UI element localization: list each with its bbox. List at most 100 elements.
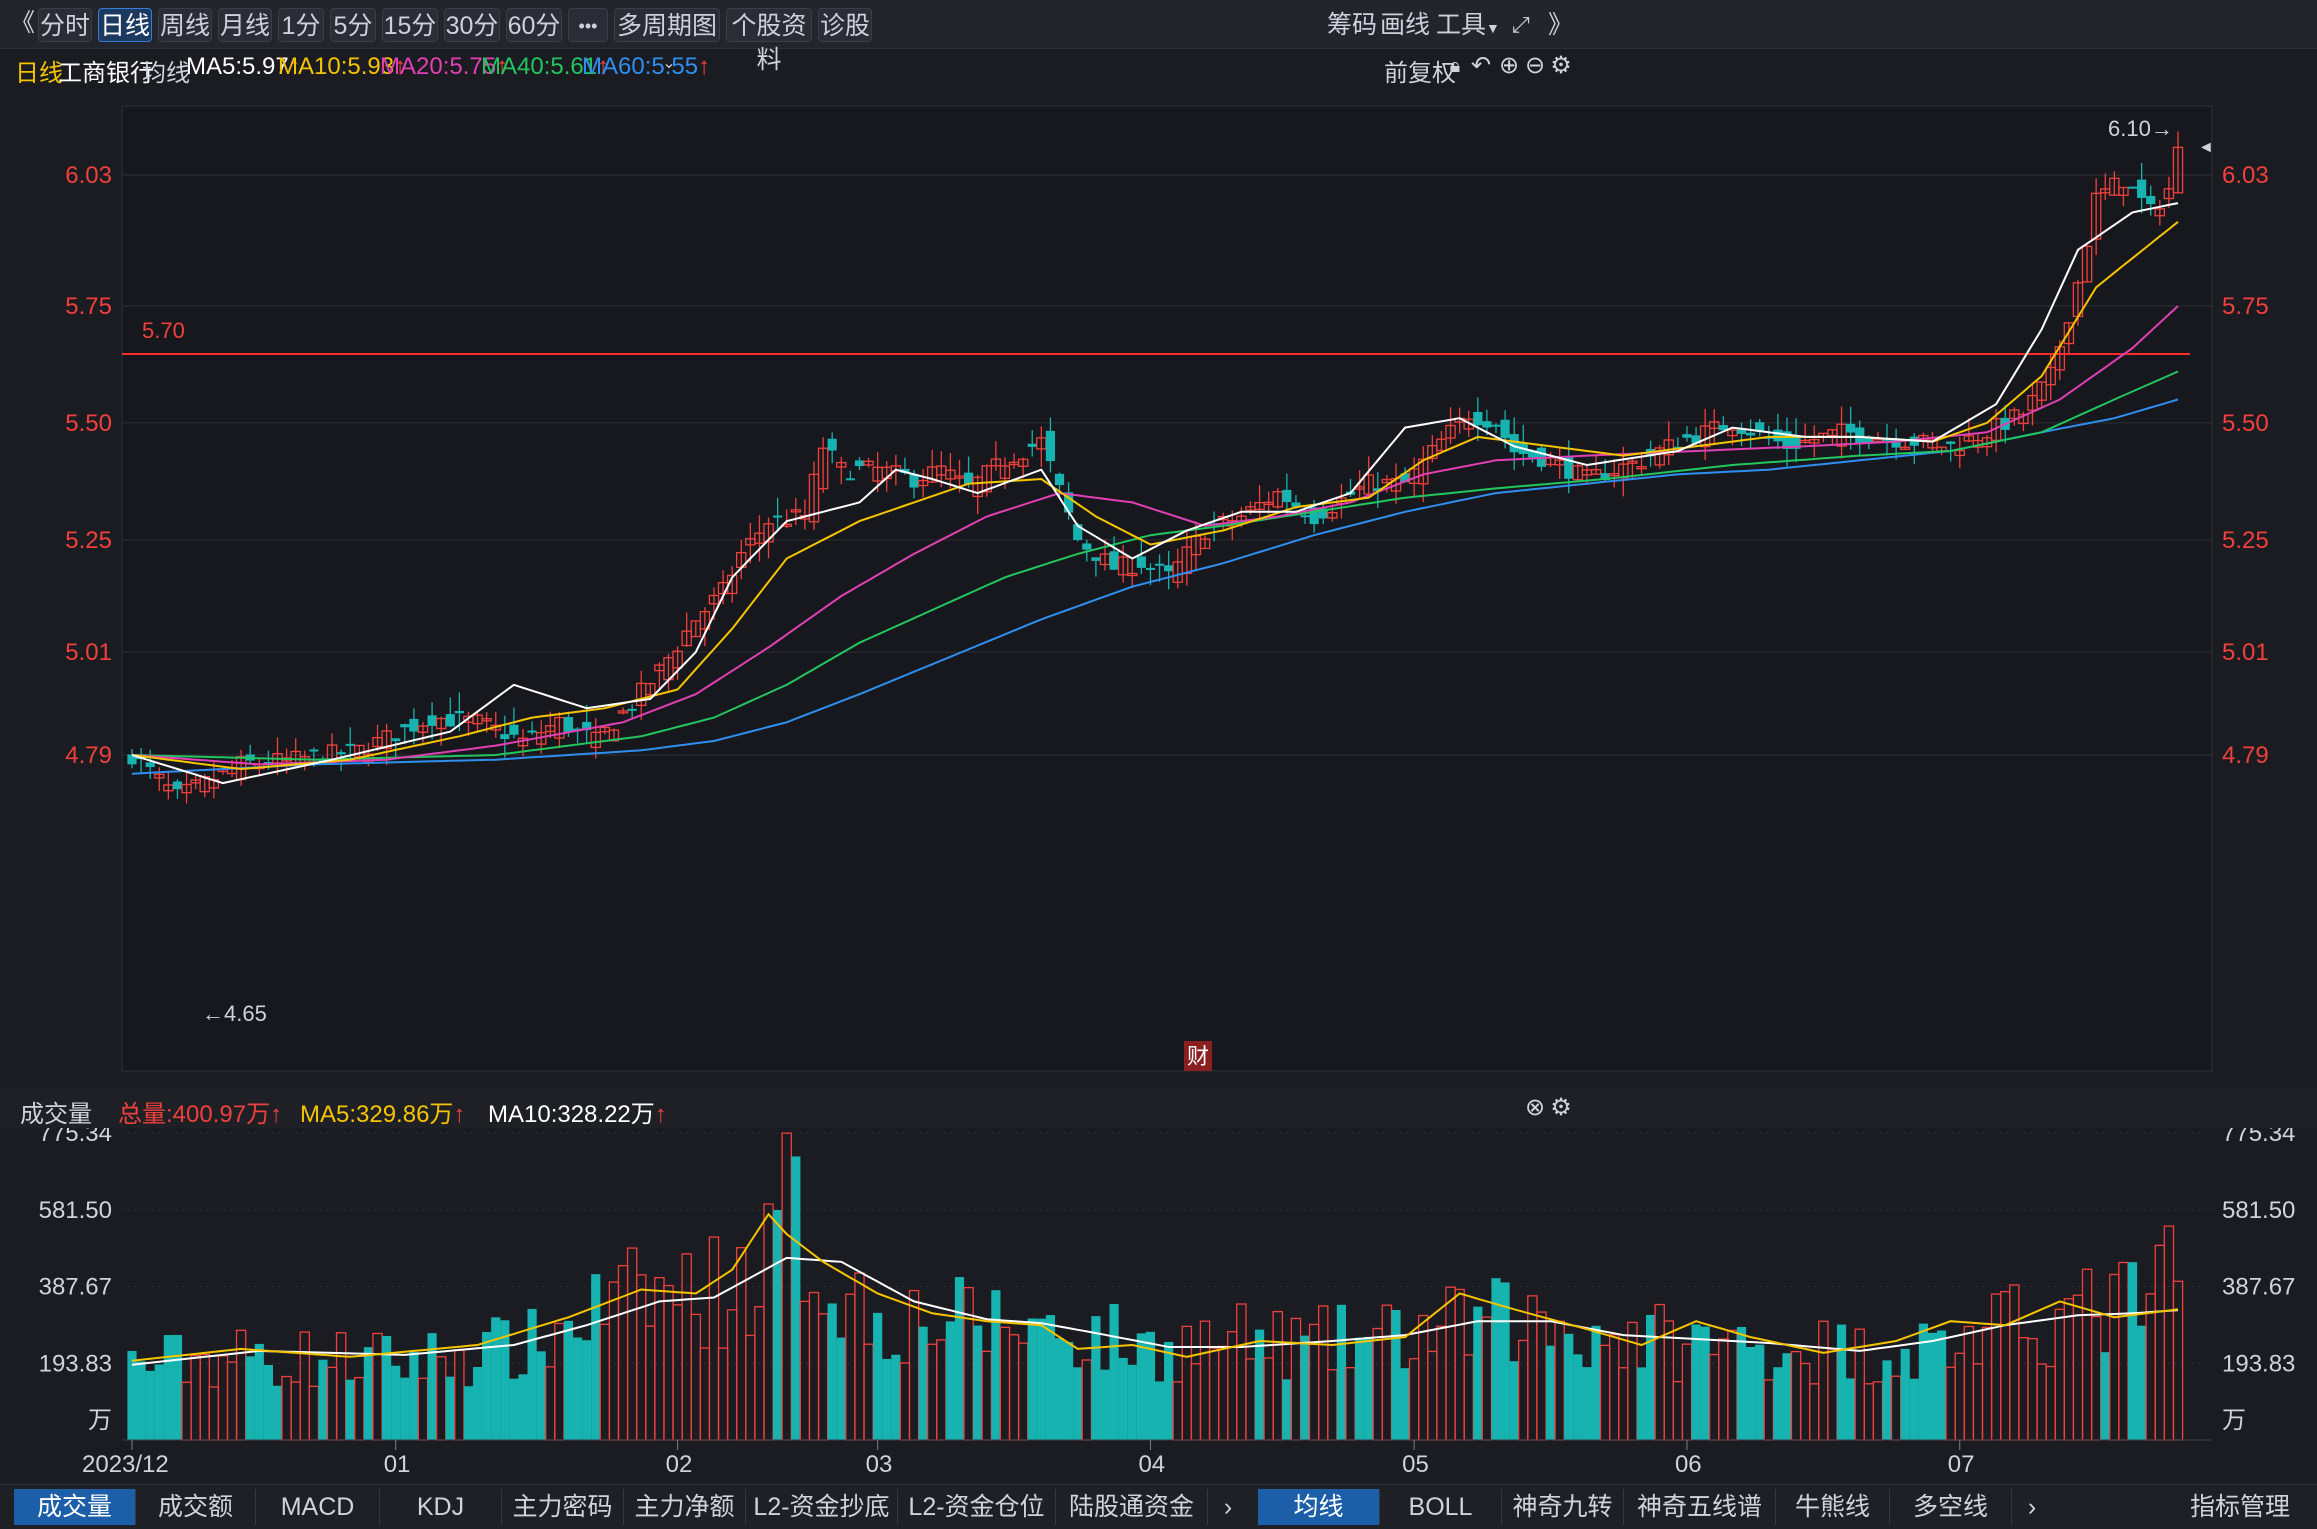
volume-bar-down [1846,1378,1856,1440]
date-tick-label: 02 [666,1451,693,1478]
volume-bar-down [1364,1336,1374,1440]
candle-down [827,438,837,451]
indicator-tab-bar: 成交量 成交额 MACD KDJ 主力密码 主力净额 L2-资金抄底 L2-资金… [0,1484,2317,1529]
volume-bar-up [599,1323,611,1441]
volume-bar-down [1582,1367,1592,1440]
volume-bar-down [1355,1337,1365,1440]
candle-down [1045,430,1056,462]
volume-bar-up [2109,1273,2120,1441]
volume-bar-down [472,1367,483,1440]
volume-bar-up [817,1313,829,1441]
price-tick-right: 4.79 [2222,742,2269,769]
date-tick-label: 04 [1138,1451,1165,1478]
volume-bar-up [2045,1365,2056,1441]
volume-bar-down [1027,1318,1037,1440]
volume-bar-up [2027,1337,2038,1441]
volume-bar-up [2036,1363,2047,1441]
volume-bar-down [1300,1335,1310,1440]
tab-magic-five-line[interactable]: 神奇五线谱 [1624,1489,1776,1525]
volume-bar-down [391,1365,401,1440]
price-panel-bg [121,105,2213,1072]
volume-bar-up [299,1331,311,1441]
candle-down [845,478,855,481]
volume-bar-up [699,1347,711,1441]
volume-bar-down [1400,1368,1410,1440]
volume-bar-up [1872,1381,1884,1441]
volume-bar-up [717,1347,729,1441]
volume-bar-down [1509,1361,1519,1440]
tab-ma[interactable]: 均线 [1258,1489,1380,1525]
volume-bar-up [1463,1354,1474,1441]
volume-bar-up [1481,1316,1493,1441]
volume-bar-down [1591,1325,1601,1440]
volume-bar-down [1936,1330,1947,1440]
volume-bar-up [645,1325,656,1441]
volume-bar-down [518,1374,528,1440]
volume-bar-up [1172,1381,1183,1441]
volume-bar-down [1782,1353,1792,1440]
tab-l2-bottom-fishing[interactable]: L2-资金抄底 [746,1489,898,1525]
gear-icon[interactable]: ⚙ [1546,1093,1576,1123]
volume-bar-down [945,1321,955,1440]
volume-tick-right: 387.67 [2222,1274,2295,1301]
volume-bar-up [1245,1358,1256,1441]
volume-bar-up [608,1281,620,1441]
volume-title: 成交量 [20,1101,92,1128]
chevron-right-icon[interactable]: › [1208,1489,1248,1525]
candle-down [1682,434,1692,438]
volume-bar-up [2054,1308,2066,1441]
tab-turnover[interactable]: 成交额 [136,1489,256,1525]
volume-bar-up [1290,1317,1302,1441]
volume-bar-up [854,1272,865,1441]
tab-l2-position[interactable]: L2-资金仓位 [898,1489,1056,1525]
tab-magic-nine[interactable]: 神奇九转 [1502,1489,1624,1525]
candle-down [963,472,974,485]
volume-bar-up [308,1385,320,1441]
volume-bar-down [1700,1326,1710,1440]
volume-bar-up [1654,1303,1665,1441]
candle-down [500,734,510,740]
volume-tick-right: 581.50 [2222,1197,2295,1224]
volume-bar-up [1727,1329,1738,1441]
volume-bar-down [1336,1304,1347,1440]
volume-bar-up [999,1326,1011,1441]
volume-bar-down [2127,1262,2138,1440]
volume-bar-down [2100,1352,2110,1440]
candle-down [1145,567,1156,570]
volume-bar-down [409,1351,419,1440]
volume-bar-down [572,1337,583,1440]
volume-bar-up [326,1366,338,1441]
volume-bar-down [1391,1309,1401,1440]
volume-bar-down [582,1340,592,1440]
volume-bar-down [1054,1338,1065,1440]
volume-bar-down [1282,1379,1292,1440]
chevron-right-icon[interactable]: › [2012,1489,2052,1525]
tab-main-force-code[interactable]: 主力密码 [502,1489,624,1525]
tab-bull-bear-line[interactable]: 牛熊线 [1776,1489,1890,1525]
volume-bar-down [318,1359,328,1440]
volume-bar-down [1036,1318,1046,1440]
tab-hk-connect[interactable]: 陆股通资金 [1056,1489,1208,1525]
tab-kdj[interactable]: KDJ [380,1489,502,1525]
tab-boll[interactable]: BOLL [1380,1489,1502,1525]
kline-chart[interactable]: 6.03 6.03 5.75 5.75 5.50 5.50 5.25 5.25 5.01 5.01… [0,0,2317,1528]
volume-bar-down [1755,1344,1765,1440]
candle-down [1773,429,1783,442]
volume-ma5: MA5:329.86万↑ [300,1101,466,1128]
volume-bar-up [1890,1375,1902,1441]
tab-long-short-line[interactable]: 多空线 [1890,1489,2012,1525]
volume-bar-down [991,1290,1001,1440]
tab-volume[interactable]: 成交量 [14,1489,136,1525]
tab-main-force-net[interactable]: 主力净额 [624,1489,746,1525]
tab-macd[interactable]: MACD [256,1489,380,1525]
volume-bar-down [954,1277,965,1440]
volume-bar-down [136,1361,146,1440]
volume-bar-down [172,1334,183,1440]
date-axis: 2023/12 01 02 03 04 05 06 07 [82,1439,2212,1478]
indicator-manage-button[interactable]: 指标管理 [2170,1489,2310,1525]
volume-bar-down [1109,1304,1119,1440]
volume-bar-up [1381,1304,1393,1441]
volume-bar-down [2137,1325,2147,1440]
volume-tick-left: 581.50 [39,1197,112,1224]
candle-down [1154,563,1165,566]
